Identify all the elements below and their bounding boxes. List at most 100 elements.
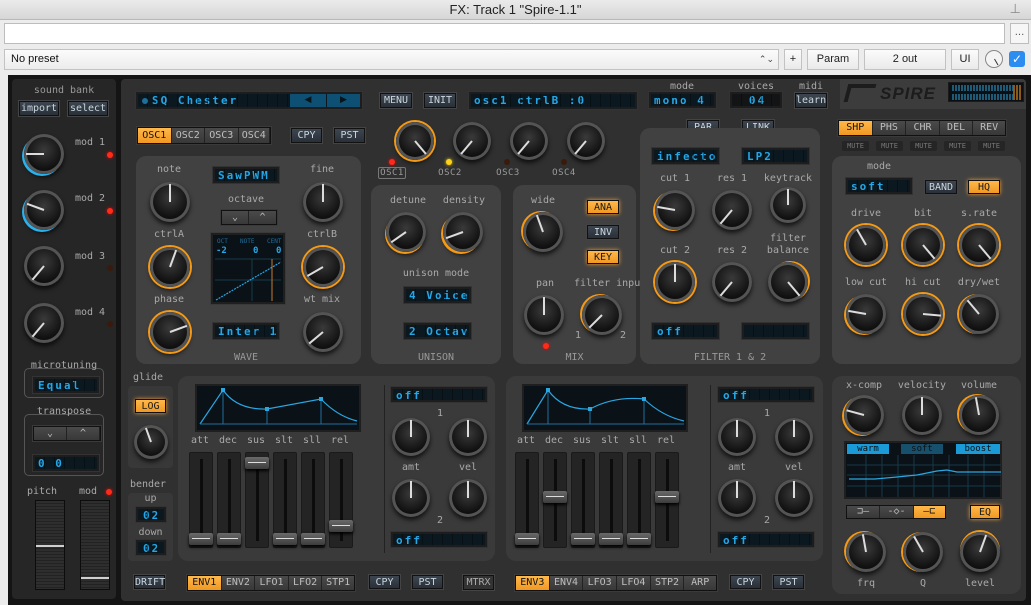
- preset-select[interactable]: No preset ⌃⌄: [4, 49, 779, 70]
- density-knob[interactable]: [443, 212, 483, 252]
- init-button[interactable]: INIT: [424, 93, 456, 108]
- wt-mode-display[interactable]: Inter 1: [213, 323, 279, 339]
- voices-display[interactable]: 04: [730, 92, 782, 108]
- mute-phs-button[interactable]: MUTE: [876, 141, 903, 151]
- env-b-copy-button[interactable]: CPY: [730, 575, 761, 589]
- env-slider-sll[interactable]: [301, 452, 325, 548]
- tab-rev[interactable]: REV: [973, 121, 1005, 135]
- filter2-mode-display[interactable]: [742, 323, 809, 339]
- tab-lfo3[interactable]: LFO3: [583, 576, 618, 590]
- phase-knob[interactable]: [150, 312, 190, 352]
- env-a-vel2-knob[interactable]: [449, 479, 487, 517]
- env-slider-sus[interactable]: [571, 452, 595, 548]
- tab-env4[interactable]: ENV4: [549, 576, 584, 590]
- fine-knob[interactable]: [303, 182, 343, 222]
- pan-knob[interactable]: [524, 295, 564, 335]
- env-b-node[interactable]: [546, 388, 550, 392]
- env-b-amt2-knob[interactable]: [718, 479, 756, 517]
- tab-env1[interactable]: ENV1: [188, 576, 222, 590]
- eq-q-knob[interactable]: [903, 532, 943, 572]
- prev-patch-button[interactable]: ◀: [290, 94, 326, 107]
- mod-wheel[interactable]: [80, 500, 110, 590]
- drywet-knob[interactable]: [959, 294, 999, 334]
- tab-arp[interactable]: ARP: [684, 576, 717, 590]
- env-slider-att[interactable]: [515, 452, 539, 548]
- wet-knob[interactable]: [985, 50, 1003, 68]
- tab-lfo1[interactable]: LFO1: [255, 576, 289, 590]
- eq-warm-button[interactable]: warm: [847, 444, 889, 454]
- unison-octave-display[interactable]: 2 Octave: [404, 323, 471, 339]
- env-a-amt2-knob[interactable]: [392, 479, 430, 517]
- velocity-knob[interactable]: [902, 395, 942, 435]
- cut2-knob[interactable]: [655, 262, 695, 302]
- band-button[interactable]: BAND: [925, 180, 957, 194]
- import-button[interactable]: import: [19, 101, 59, 116]
- osc-paste-button[interactable]: PST: [334, 128, 365, 143]
- waveform-display[interactable]: SawPWM: [213, 167, 279, 183]
- mod1-knob[interactable]: [24, 134, 64, 174]
- filter2-type-display[interactable]: LP2: [742, 148, 809, 164]
- ui-button[interactable]: UI: [951, 49, 979, 70]
- xcomp-knob[interactable]: [844, 395, 884, 435]
- eq-peak-icon[interactable]: -◇-: [880, 506, 914, 518]
- mod2-knob[interactable]: [24, 190, 64, 230]
- keytrack-knob[interactable]: [770, 187, 806, 223]
- mute-chr-button[interactable]: MUTE: [910, 141, 937, 151]
- slider-handle[interactable]: [273, 532, 297, 545]
- osc2-level-knob[interactable]: [453, 122, 491, 160]
- env-slider-rel[interactable]: [329, 452, 353, 548]
- menu-button[interactable]: MENU: [380, 93, 412, 108]
- filter1-mode-display[interactable]: off: [652, 323, 719, 339]
- next-patch-button[interactable]: ▶: [327, 94, 360, 107]
- res1-knob[interactable]: [712, 190, 752, 230]
- glide-knob[interactable]: [134, 425, 168, 459]
- bender-up-display[interactable]: 02: [136, 507, 166, 522]
- slider-handle[interactable]: [543, 490, 567, 503]
- wide-knob[interactable]: [523, 212, 563, 252]
- mod4-knob[interactable]: [24, 303, 64, 343]
- osc4-level-knob[interactable]: [567, 122, 605, 160]
- ctrla-knob[interactable]: [150, 247, 190, 287]
- transpose-up-button[interactable]: ^: [67, 427, 100, 440]
- tab-osc3[interactable]: OSC3: [205, 128, 239, 143]
- bypass-checkbox[interactable]: ✓: [1009, 51, 1025, 67]
- pin-icon[interactable]: ⊥: [1010, 2, 1021, 17]
- fx-mode-display[interactable]: soft: [846, 178, 912, 194]
- osc3-level-knob[interactable]: [510, 122, 548, 160]
- tab-phs[interactable]: PHS: [872, 121, 907, 135]
- eq-level-knob[interactable]: [960, 532, 1000, 572]
- slider-handle[interactable]: [655, 490, 679, 503]
- tab-lfo2[interactable]: LFO2: [288, 576, 323, 590]
- microtuning-display[interactable]: Equal: [33, 377, 99, 393]
- env-b-paste-button[interactable]: PST: [773, 575, 804, 589]
- hicut-knob[interactable]: [903, 294, 943, 334]
- env-a-copy-button[interactable]: CPY: [369, 575, 400, 589]
- key-button[interactable]: KEY: [587, 250, 619, 264]
- env-a-dest2-display[interactable]: off: [391, 532, 487, 547]
- drift-button[interactable]: DRIFT: [134, 575, 165, 589]
- tab-osc4[interactable]: OSC4: [238, 128, 271, 143]
- mute-shp-button[interactable]: MUTE: [842, 141, 869, 151]
- res2-knob[interactable]: [712, 262, 752, 302]
- env-b-amt1-knob[interactable]: [718, 418, 756, 456]
- env-slider-att[interactable]: [189, 452, 213, 548]
- env-a-node[interactable]: [265, 407, 269, 411]
- env-slider-sus[interactable]: [245, 452, 269, 548]
- env-b-vel1-knob[interactable]: [775, 418, 813, 456]
- slider-handle[interactable]: [301, 532, 325, 545]
- env-slider-rel[interactable]: [655, 452, 679, 548]
- eq-soft-button[interactable]: soft: [901, 444, 943, 454]
- param-button[interactable]: Param: [807, 49, 859, 70]
- octave-up-button[interactable]: ^: [249, 211, 276, 224]
- filter-balance-knob[interactable]: [768, 262, 808, 302]
- slider-handle[interactable]: [599, 532, 623, 545]
- filter-input-knob[interactable]: [582, 295, 622, 335]
- slider-handle[interactable]: [189, 532, 213, 545]
- detune-knob[interactable]: [386, 212, 426, 252]
- mod3-knob[interactable]: [24, 246, 64, 286]
- osc1-level-knob[interactable]: [396, 122, 434, 160]
- slider-handle[interactable]: [217, 532, 241, 545]
- inv-button[interactable]: INV: [587, 225, 619, 239]
- glide-log-button[interactable]: LOG: [135, 399, 166, 413]
- pitch-wheel[interactable]: [35, 500, 65, 590]
